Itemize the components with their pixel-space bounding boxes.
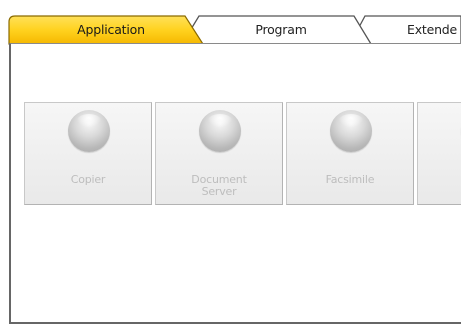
- sphere-icon: [68, 110, 110, 152]
- tab-extended[interactable]: Extende: [407, 22, 461, 38]
- document-server-button[interactable]: Document Server: [155, 102, 283, 205]
- app-screen: Application Program Extende Copier Docum…: [0, 0, 461, 328]
- copier-label: Copier: [70, 173, 106, 186]
- tab-program[interactable]: Program: [206, 22, 356, 38]
- tab-application[interactable]: Application: [40, 22, 182, 38]
- sphere-icon: [330, 110, 372, 152]
- document-server-label-line2: Server: [201, 185, 237, 198]
- fourth-app-button[interactable]: [417, 102, 461, 205]
- facsimile-label: Facsimile: [325, 173, 375, 186]
- sphere-icon: [199, 110, 241, 152]
- facsimile-button[interactable]: Facsimile: [286, 102, 414, 205]
- copier-button[interactable]: Copier: [24, 102, 152, 205]
